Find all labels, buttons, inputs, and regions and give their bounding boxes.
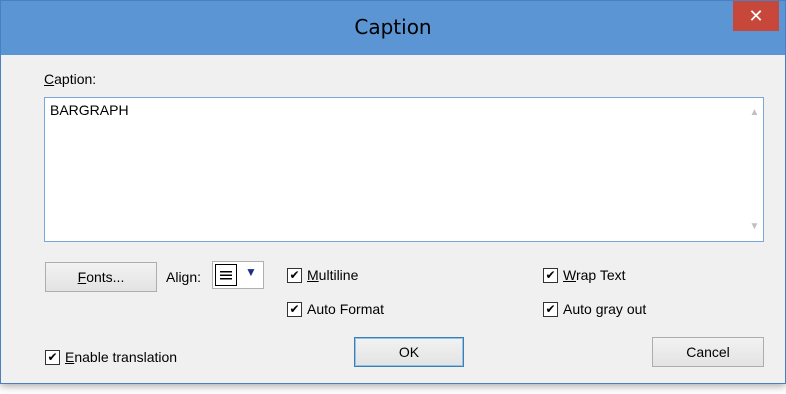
close-icon: ✕ (748, 5, 764, 27)
checkbox-mark: ✔ (287, 267, 302, 283)
chevron-down-icon: ▼ (245, 265, 257, 279)
enable-translation-checkbox[interactable]: ✔ Enable translation (45, 349, 177, 365)
checkbox-mark: ✔ (45, 349, 60, 365)
multiline-checkbox[interactable]: ✔ Multiline (287, 267, 358, 283)
caption-text-area[interactable]: BARGRAPH ▲ ▼ (44, 97, 764, 242)
fonts-button[interactable]: Fonts... (45, 262, 157, 292)
scroll-up-arrow-icon[interactable]: ▲ (746, 104, 763, 121)
auto-gray-out-label: Auto gray out (563, 301, 647, 317)
checkbox-mark: ✔ (543, 301, 558, 317)
cancel-button[interactable]: Cancel (652, 337, 764, 367)
checkbox-mark: ✔ (543, 267, 558, 283)
vertical-scrollbar[interactable]: ▲ ▼ (746, 98, 763, 241)
scroll-down-arrow-icon[interactable]: ▼ (746, 218, 763, 235)
auto-format-label: Auto Format (307, 301, 385, 317)
caption-dialog: Caption ✕ Caption: BARGRAPH ▲ ▼ Fonts...… (0, 0, 786, 384)
caption-label: Caption: (44, 71, 97, 87)
align-label: Align: (166, 269, 202, 285)
close-button[interactable]: ✕ (733, 1, 779, 31)
wrap-text-checkbox[interactable]: ✔ Wrap Text (543, 267, 626, 283)
caption-text-value: BARGRAPH (50, 102, 129, 118)
title-bar[interactable]: Caption ✕ (1, 1, 785, 55)
align-dropdown[interactable]: ▼ (212, 261, 264, 289)
ok-button[interactable]: OK (354, 337, 464, 367)
checkbox-mark: ✔ (287, 301, 302, 317)
wrap-text-label: Wrap Text (563, 267, 626, 283)
auto-format-checkbox[interactable]: ✔ Auto Format (287, 301, 384, 317)
align-justify-icon (215, 264, 237, 286)
enable-translation-label: Enable translation (65, 349, 178, 365)
dialog-body: Caption: BARGRAPH ▲ ▼ Fonts... Align: ▼ … (10, 55, 776, 375)
dialog-title: Caption (354, 15, 432, 39)
auto-gray-out-checkbox[interactable]: ✔ Auto gray out (543, 301, 646, 317)
multiline-label: Multiline (307, 267, 359, 283)
